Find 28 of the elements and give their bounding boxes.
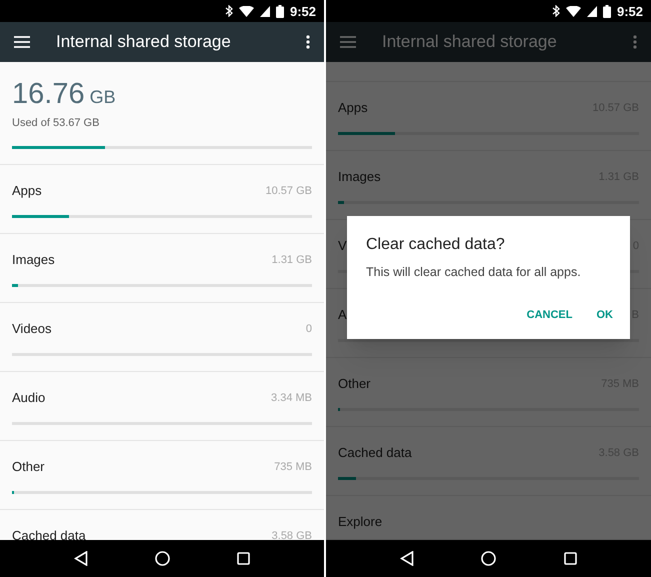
category-size: 3.58 GB [272,528,312,540]
clock-time: 9:52 [616,4,643,18]
category-label: Cached data [338,444,412,462]
category-label: Audio [12,389,46,407]
category-size: 10.57 GB [266,184,312,198]
screen-title: Internal shared storage [382,31,558,54]
category-size: 3.34 MB [271,390,312,406]
category-label: Apps [338,99,368,117]
category-size: 735 MB [274,460,312,474]
category-label: Other [338,375,371,393]
category-size: 0 [306,322,312,336]
category-label: V [338,237,347,255]
category-label: Explore [338,513,382,531]
dialog-message: This will clear cached data for all apps. [366,264,582,281]
total-caption: Used of 53.67 GB [12,116,100,131]
category-label: Images [12,251,55,269]
category-size: 1.31 GB [272,252,312,268]
category-label: Other [12,458,45,476]
category-label: Images [338,168,381,186]
dialog-title: Clear cached data? [366,235,506,255]
clock-time: 9:52 [290,4,316,18]
used-unit: GB [90,88,116,106]
category-label: Videos [12,320,52,338]
category-label: Apps [12,182,42,200]
used-amount: 16.76 [12,80,85,109]
screen-title: Internal shared storage [56,31,232,54]
category-label: Cached data [12,527,86,540]
category-label: A [338,306,347,324]
